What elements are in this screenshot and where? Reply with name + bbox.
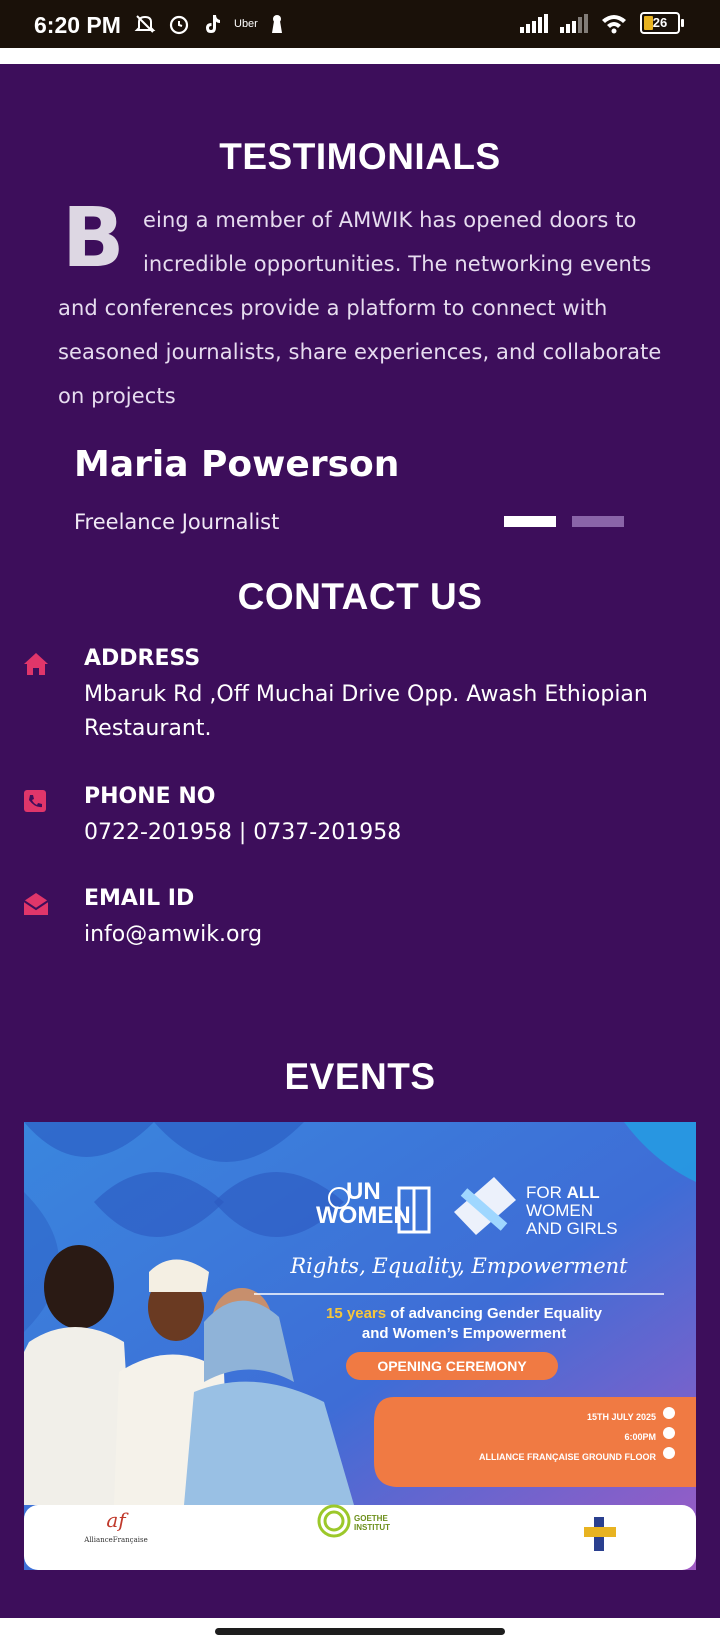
poster-tagline: Rights, Equality, Empowerment [290,1254,628,1278]
phone-label: PHONE NO [84,784,216,809]
keyhole-icon [271,15,282,33]
event-details: 15TH JULY 2025 6:00PM ALLIANCE FRANÇAISE… [384,1407,656,1467]
testimonial-line-4: seasoned journalists, share experiences,… [58,340,662,364]
testimonial-author-name: Maria Powerson [74,444,400,485]
status-time: 6:20 PM [34,12,121,38]
email-value[interactable]: info@amwik.org [84,918,262,952]
address-line-2: Restaurant. [84,716,212,741]
event-date: 15TH JULY 2025 [586,1412,656,1422]
status-bar: 6:20 PM Uber 26 [0,0,720,48]
alarm-icon [169,15,189,35]
poster-line2: and Women’s Empowerment [361,1325,567,1342]
home-icon [24,653,48,675]
top-gap [0,48,720,64]
testimonial-line-1: eing a member of AMWIK has opened doors … [143,208,637,232]
email-open-icon [23,893,49,915]
years-highlight: 15 years [326,1305,387,1322]
signal-icon-1 [520,13,548,33]
af-logo-text: AllianceFrançaise [84,1536,148,1544]
contact-heading: CONTACT US [237,576,483,617]
opening-ceremony-label: OPENING CEREMONY [377,1358,527,1374]
all-text: ALL [566,1183,600,1202]
status-system-icons: 26 [520,12,684,34]
address-label: ADDRESS [84,646,201,671]
un-text: UN [346,1178,381,1205]
for-all-women-logo: FOR ALL WOMEN AND GIRLS [526,1184,618,1238]
af-logo-mark: af [106,1508,126,1532]
uber-icon: Uber [234,18,258,30]
status-notification-icons: Uber [134,10,284,38]
event-poster[interactable]: UN WOMEN FOR ALL WOMEN AND GIRLS Rights,… [24,1122,696,1570]
women2-text: WOMEN [526,1201,594,1220]
goethe-text-2: INSTITUT [354,1523,390,1532]
testimonial-line-5: on projects [58,384,176,408]
women-text: WOMEN [316,1202,411,1229]
testimonial-line-3: and conferences provide a platform to co… [58,296,608,320]
signal-icon-2 [560,13,588,33]
goethe-text-1: GOETHE [354,1514,388,1523]
event-time: 6:00PM [624,1432,656,1442]
wifi-icon [602,15,626,34]
testimonial-dropcap: B [62,191,125,286]
gesture-bar [0,1618,720,1650]
for-text: FOR [526,1183,562,1202]
testimonial-author-role: Freelance Journalist [74,510,280,534]
carousel-indicator[interactable] [572,516,624,527]
testimonials-heading: TESTIMONIALS [219,136,501,177]
battery-icon: 26 [640,12,684,34]
un-women-logo: UN WOMEN [316,1180,411,1228]
address-line-1: Mbaruk Rd ,Off Muchai Drive Opp. Awash E… [84,682,648,707]
mute-icon [134,15,156,33]
carousel-indicator-active[interactable] [504,516,556,527]
goethe-institut-logo: GOETHE INSTITUT [354,1514,390,1532]
phone-value[interactable]: 0722-201958 | 0737-201958 [84,816,401,850]
poster-description: 15 years of advancing Gender Equality an… [264,1304,664,1344]
event-venue: ALLIANCE FRANÇAISE GROUND FLOOR [479,1452,656,1462]
testimonial-line-2: incredible opportunities. The networking… [143,252,652,276]
events-heading: EVENTS [284,1056,436,1097]
tiktok-icon [206,15,220,33]
years-rest: of advancing Gender Equality [386,1305,602,1322]
alliance-francaise-logo: af AllianceFrançaise [76,1510,156,1550]
phone-icon [24,790,46,812]
and-girls-text: AND GIRLS [526,1219,618,1238]
email-label: EMAIL ID [84,886,195,911]
home-indicator[interactable] [215,1628,505,1635]
